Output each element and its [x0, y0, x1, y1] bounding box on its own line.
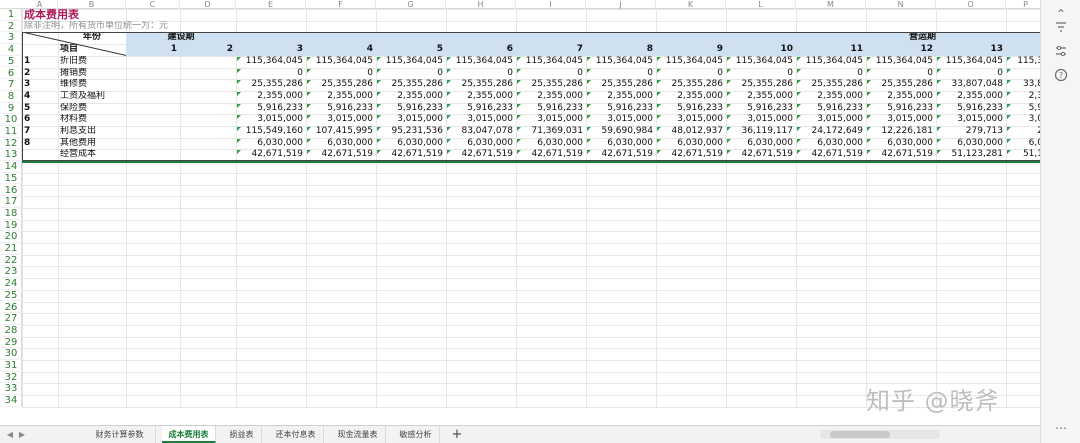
column-letter[interactable]: L [726, 0, 796, 9]
filter-icon[interactable] [1053, 20, 1069, 36]
gridline [22, 371, 1040, 373]
gridline [22, 231, 1040, 233]
row-number[interactable]: 18 [0, 208, 22, 220]
row-number[interactable]: 22 [0, 255, 22, 267]
row-number[interactable]: 6 [0, 68, 22, 80]
unit-note[interactable]: 除非注明，所有货币单位统一为：元 [22, 21, 306, 33]
watermark: 知乎 @晓斧 [866, 387, 1000, 415]
gridline [22, 207, 1040, 209]
gridline [22, 243, 1040, 244]
gridline [22, 254, 1040, 256]
row-number[interactable]: 5 [0, 56, 22, 68]
row-number[interactable]: 13 [0, 149, 22, 162]
gridline [22, 324, 1040, 326]
sheet-tab[interactable]: 现金流量表 [330, 426, 386, 443]
row-number[interactable]: 25 [0, 290, 22, 302]
gridline [22, 348, 1040, 350]
column-letter[interactable]: P [1006, 0, 1040, 9]
sheet-tab[interactable]: 损益表 [222, 426, 262, 443]
svg-text:?: ? [1059, 71, 1063, 80]
selection-outline [22, 161, 1040, 164]
tab-scroll-right-icon[interactable]: ▶ [16, 426, 28, 443]
column-letter[interactable]: O [936, 0, 1006, 9]
row-number[interactable]: 19 [0, 220, 22, 232]
row-number[interactable]: 34 [0, 395, 22, 407]
row-number[interactable]: 29 [0, 337, 22, 349]
column-header-bar: ABCDEFGHIJKLMNOP [0, 0, 1040, 9]
more-icon[interactable]: ⋯ [1053, 420, 1069, 436]
row-number[interactable]: 15 [0, 173, 22, 185]
row-number[interactable]: 20 [0, 231, 22, 243]
row-number[interactable]: 17 [0, 196, 22, 208]
row-number[interactable]: 8 [0, 91, 22, 103]
column-letter[interactable]: H [446, 0, 516, 9]
sheet-tab[interactable]: 还本付息表 [268, 426, 324, 443]
row-number[interactable]: 21 [0, 243, 22, 255]
row-number[interactable]: 9 [0, 103, 22, 115]
row-number[interactable]: 10 [0, 114, 22, 126]
sheet-tab[interactable]: 成本费用表 [162, 426, 216, 443]
gridline [22, 172, 1040, 174]
row-number[interactable]: 23 [0, 266, 22, 279]
row-number[interactable]: 2 [0, 21, 22, 33]
horizontal-scrollbar-thumb[interactable] [830, 431, 890, 438]
sheet-title[interactable]: 成本费用表 [22, 9, 236, 21]
row-number[interactable]: 24 [0, 278, 22, 290]
row-number[interactable]: 28 [0, 325, 22, 337]
gridline [22, 301, 1040, 303]
row-number[interactable]: 32 [0, 372, 22, 384]
row-number[interactable]: 1 [0, 9, 22, 21]
row-header-bar: 1 2 3 4 5 6 7 8 9 10 11 12 13 14 15 16 17 18 19 20 21 22 23 24 2… [0, 9, 22, 407]
row-number[interactable]: 27 [0, 313, 22, 325]
horizontal-scrollbar[interactable] [820, 430, 940, 439]
column-letter[interactable]: B [58, 0, 126, 9]
column-letter[interactable]: F [306, 0, 376, 9]
gridline [22, 360, 1040, 361]
column-letter[interactable]: E [236, 0, 306, 9]
row-number[interactable]: 31 [0, 360, 22, 372]
row-number[interactable]: 16 [0, 185, 22, 197]
tab-scroll-left-icon[interactable]: ◀ [4, 426, 16, 443]
spreadsheet[interactable]: ABCDEFGHIJKLMNOP 1 2 3 4 5 6 7 8 9 10 11 12 13 14 15 16… [0, 0, 1040, 425]
row-number[interactable]: 7 [0, 79, 22, 91]
sheet-tab-bar: ◀ ▶ 财务计算参数 成本费用表 损益表 还本付息表 现金流量表 敏感分析 + [0, 425, 1040, 443]
gridline [22, 313, 1040, 315]
row-number[interactable]: 26 [0, 302, 22, 314]
column-letter[interactable]: C [126, 0, 180, 9]
gridline [22, 184, 1040, 186]
gridline [22, 196, 1040, 198]
column-letter[interactable]: D [180, 0, 236, 9]
table-border [22, 32, 1040, 162]
row-number[interactable]: 14 [0, 161, 22, 173]
column-letter[interactable]: G [376, 0, 446, 9]
sheet-tab[interactable]: 敏感分析 [392, 426, 440, 443]
column-letter[interactable]: I [516, 0, 586, 9]
gridline [22, 336, 1040, 338]
gridline [22, 219, 1040, 221]
column-letter[interactable]: J [586, 0, 656, 9]
help-icon[interactable]: ? [1053, 68, 1069, 84]
sheet-tab[interactable]: 财务计算参数 [84, 426, 156, 443]
sliders-icon[interactable] [1053, 44, 1069, 60]
column-letter[interactable]: N [866, 0, 936, 9]
row-number[interactable]: 12 [0, 138, 22, 150]
column-letter[interactable]: M [796, 0, 866, 9]
row-number[interactable]: 11 [0, 126, 22, 138]
gridline [22, 289, 1040, 291]
row-number[interactable]: 33 [0, 383, 22, 396]
right-toolbar: ⌃ ? ⋯ [1040, 0, 1080, 443]
cell-grid[interactable]: 成本费用表 除非注明，所有货币单位统一为：元 年份 项目 建设期 营运期 1 2 3 4 5 6 7 8 9… [22, 9, 1040, 408]
row-number[interactable]: 30 [0, 348, 22, 360]
column-letter[interactable]: A [22, 0, 58, 9]
column-letter[interactable]: K [656, 0, 726, 9]
add-sheet-button[interactable]: + [448, 426, 466, 443]
row-number[interactable]: 4 [0, 44, 22, 56]
gridline [22, 266, 1040, 268]
gridline [22, 278, 1040, 280]
row-number[interactable]: 3 [0, 32, 22, 45]
